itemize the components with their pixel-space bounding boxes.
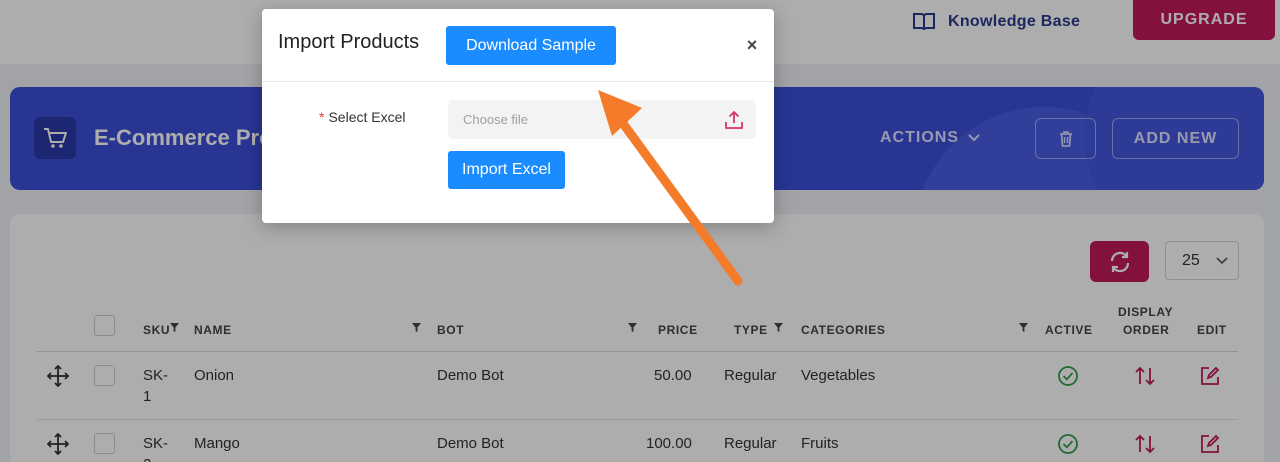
select-excel-label: * Select Excel [319, 109, 406, 125]
file-input-placeholder: Choose file [463, 112, 529, 127]
annotation-arrow [598, 90, 743, 286]
import-excel-button[interactable]: Import Excel [448, 151, 565, 189]
modal-divider [262, 81, 774, 82]
required-marker: * [319, 109, 325, 125]
modal-title: Import Products [278, 31, 420, 53]
download-sample-button[interactable]: Download Sample [446, 26, 616, 65]
close-button[interactable]: × [742, 35, 762, 55]
